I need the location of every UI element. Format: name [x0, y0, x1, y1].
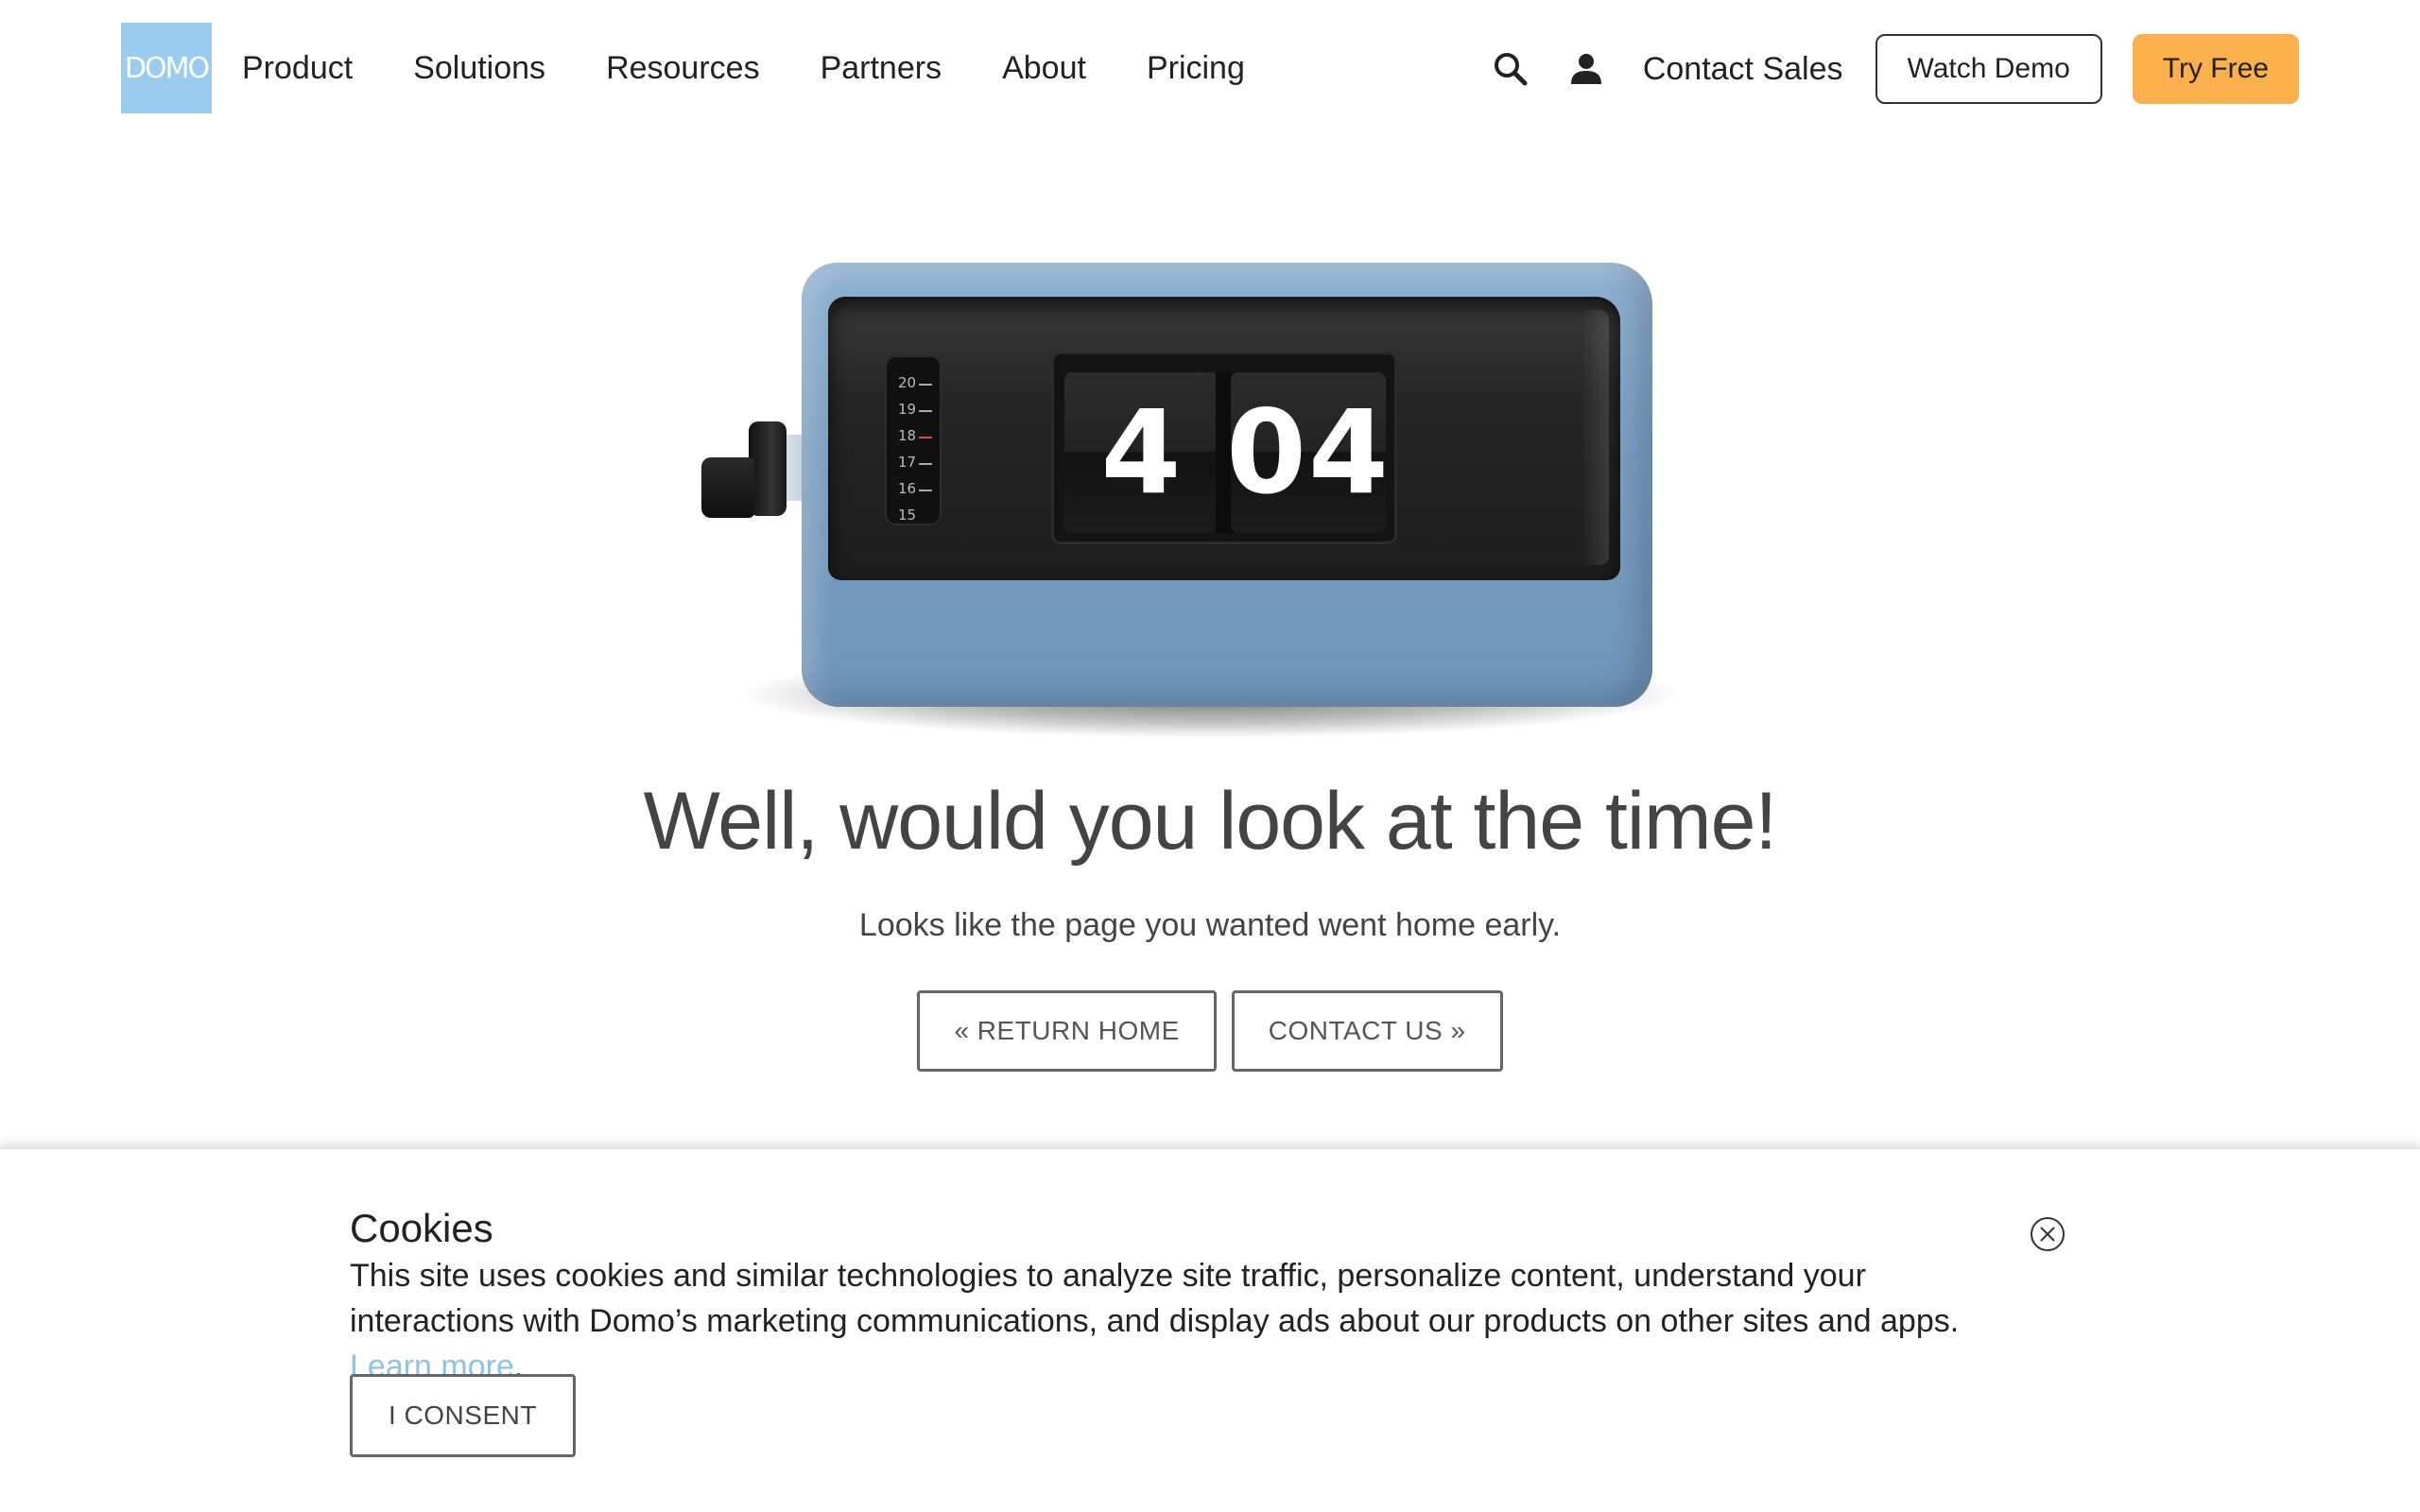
dial-tick — [919, 490, 932, 491]
nav-item-product[interactable]: Product — [242, 50, 353, 87]
page-title: Well, would you look at the time! — [643, 776, 1778, 867]
dial-tick — [919, 410, 932, 412]
dial-label: 20 — [898, 374, 917, 391]
nav-item-pricing[interactable]: Pricing — [1147, 50, 1245, 87]
dial-label: 17 — [898, 454, 917, 471]
alarm-dial: 20 19 18 17 16 15 — [885, 355, 942, 525]
search-icon[interactable] — [1484, 43, 1537, 95]
dial-label: 15 — [898, 507, 917, 524]
cookie-title: Cookies — [350, 1206, 493, 1250]
top-nav: DOMO Product Solutions Resources Partner… — [0, 0, 2420, 136]
contact-us-button[interactable]: CONTACT US » — [1231, 990, 1503, 1072]
user-icon[interactable] — [1560, 43, 1613, 95]
domo-logo[interactable]: DOMO — [121, 23, 212, 113]
clock-knob-cap — [701, 457, 754, 518]
dial-tick — [919, 463, 932, 465]
cookie-banner: Cookies This site uses cookies and simil… — [0, 1147, 2420, 1512]
clock-knob — [749, 421, 786, 516]
flip-display: 4 04 — [1051, 352, 1397, 544]
nav-links: Product Solutions Resources Partners Abo… — [242, 42, 1305, 94]
watch-demo-button[interactable]: Watch Demo — [1875, 34, 2102, 104]
nav-item-solutions[interactable]: Solutions — [413, 50, 545, 87]
cookie-text: This site uses cookies and similar techn… — [350, 1253, 2032, 1389]
flip-hour: 4 — [1064, 372, 1219, 533]
page-subtitle: Looks like the page you wanted went home… — [858, 907, 1562, 943]
nav-actions: Contact Sales Watch Demo Try Free — [1484, 34, 2299, 104]
nav-item-partners[interactable]: Partners — [821, 50, 942, 87]
clock-body: 20 19 18 17 16 15 4 04 — [802, 263, 1652, 707]
nav-item-resources[interactable]: Resources — [606, 50, 760, 87]
contact-sales-link[interactable]: Contact Sales — [1643, 51, 1843, 88]
cta-row: « RETURN HOME CONTACT US » — [0, 990, 2420, 1072]
consent-button[interactable]: I CONSENT — [350, 1374, 576, 1457]
face-highlight — [1581, 310, 1609, 565]
close-circle-icon[interactable] — [2029, 1215, 2066, 1253]
dial-label: 19 — [898, 401, 917, 418]
return-home-button[interactable]: « RETURN HOME — [917, 990, 1217, 1072]
logo-text: DOMO — [124, 51, 210, 85]
flip-minutes: 04 — [1226, 372, 1389, 533]
try-free-button[interactable]: Try Free — [2132, 34, 2299, 104]
clock-face: 20 19 18 17 16 15 4 04 — [828, 297, 1620, 580]
dial-label: 18 — [898, 427, 917, 444]
flip-clock-illustration: 20 19 18 17 16 15 4 04 — [690, 236, 1730, 765]
dial-tick — [919, 384, 932, 386]
cookie-body: This site uses cookies and similar techn… — [350, 1258, 1960, 1339]
dial-label: 16 — [898, 480, 917, 497]
dial-tick-marker — [919, 437, 932, 438]
nav-item-about[interactable]: About — [1002, 50, 1086, 87]
